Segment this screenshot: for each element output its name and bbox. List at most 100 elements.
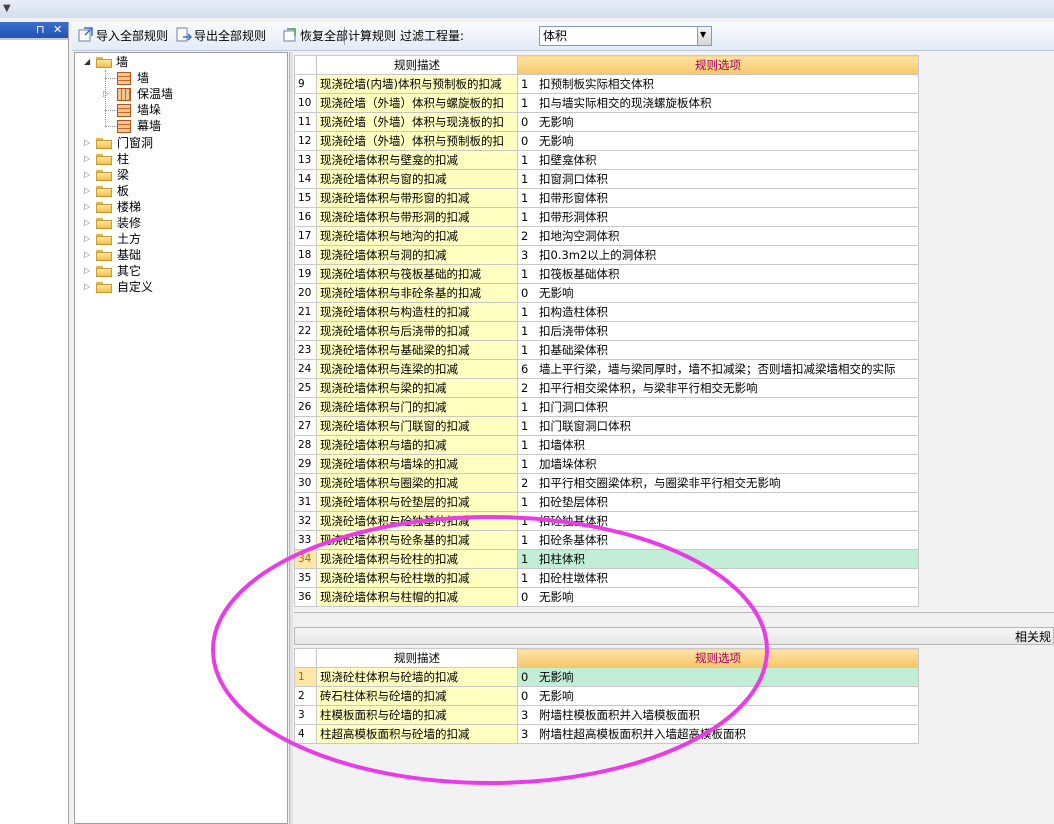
table-row[interactable]: 12 现浇砼墙（外墙）体积与预制板的扣 0 无影响 [294, 131, 919, 151]
expand-toggle-icon[interactable]: ▷ [84, 231, 93, 247]
chevron-down-icon[interactable]: ▼ [697, 27, 711, 45]
rule-description-cell[interactable]: 现浇砼墙体积与墙垛的扣减 [316, 454, 518, 474]
rule-option-cell[interactable]: 0 无影响 [517, 112, 919, 132]
export-all-rules-button[interactable]: 导出全部规则 [194, 28, 266, 44]
rule-description-cell[interactable]: 现浇砼墙体积与筏板基础的扣减 [316, 264, 518, 284]
rule-description-cell[interactable]: 现浇砼墙体积与洞的扣减 [316, 245, 518, 265]
rule-description-cell[interactable]: 现浇砼墙(内墙)体积与预制板的扣减 [316, 74, 518, 94]
rule-option-cell[interactable]: 2 扣平行相交梁体积，与梁非平行相交无影响 [517, 378, 919, 398]
table-row[interactable]: 20 现浇砼墙体积与非砼条基的扣减 0 无影响 [294, 283, 919, 303]
rule-description-cell[interactable]: 现浇砼墙体积与梁的扣减 [316, 378, 518, 398]
rule-option-cell[interactable]: 1 扣墙体积 [517, 435, 919, 455]
rule-description-cell[interactable]: 柱模板面积与砼墙的扣减 [316, 705, 518, 725]
rule-option-cell[interactable]: 2 扣地沟空洞体积 [517, 226, 919, 246]
rule-option-header[interactable]: 规则选项 [517, 55, 919, 75]
tree-splitter[interactable] [289, 52, 293, 824]
expand-toggle-icon[interactable]: ▷ [84, 183, 93, 199]
rule-description-cell[interactable]: 现浇砼柱体积与砼墙的扣减 [316, 667, 518, 687]
rule-description-cell[interactable]: 现浇砼墙体积与壁龛的扣减 [316, 150, 518, 170]
rule-option-cell[interactable]: 1 扣筏板基础体积 [517, 264, 919, 284]
table-row[interactable]: 23 现浇砼墙体积与基础梁的扣减 1 扣基础梁体积 [294, 340, 919, 360]
rule-description-header[interactable]: 规则描述 [316, 55, 518, 75]
table-row[interactable]: 36 现浇砼墙体积与柱帽的扣减 0 无影响 [294, 587, 919, 607]
rule-description-cell[interactable]: 柱超高模板面积与砼墙的扣减 [316, 724, 518, 744]
table-row[interactable]: 34 现浇砼墙体积与砼柱的扣减 1 扣柱体积 [294, 549, 919, 569]
rule-description-cell[interactable]: 现浇砼墙体积与带形洞的扣减 [316, 207, 518, 227]
rule-option-cell[interactable]: 1 扣基础梁体积 [517, 340, 919, 360]
rule-description-cell[interactable]: 现浇砼墙（外墙）体积与预制板的扣 [316, 131, 518, 151]
rule-description-cell[interactable]: 现浇砼墙体积与圈梁的扣减 [316, 473, 518, 493]
import-all-rules-button[interactable]: 导入全部规则 [96, 28, 168, 44]
rule-description-cell[interactable]: 现浇砼墙体积与砼独基的扣减 [316, 511, 518, 531]
expand-toggle-icon[interactable]: ▷ [103, 86, 112, 102]
table-row[interactable]: 2 砖石柱体积与砼墙的扣减 0 无影响 [294, 686, 919, 706]
expand-toggle-icon[interactable]: ▷ [84, 151, 93, 167]
rule-option-header[interactable]: 规则选项 [517, 648, 919, 668]
table-row[interactable]: 25 现浇砼墙体积与梁的扣减 2 扣平行相交梁体积，与梁非平行相交无影响 [294, 378, 919, 398]
rule-option-cell[interactable]: 1 扣门联窗洞口体积 [517, 416, 919, 436]
panel-divider[interactable] [294, 612, 1054, 627]
rule-option-cell[interactable]: 1 扣后浇带体积 [517, 321, 919, 341]
expand-toggle-icon[interactable]: ▷ [84, 135, 93, 151]
table-row[interactable]: 35 现浇砼墙体积与砼柱墩的扣减 1 扣砼柱墩体积 [294, 568, 919, 588]
expand-toggle-icon[interactable]: ◢ [84, 54, 93, 70]
restore-all-rules-button[interactable]: 恢复全部计算规则 [300, 28, 396, 44]
table-row[interactable]: 33 现浇砼墙体积与砼条基的扣减 1 扣砼条基体积 [294, 530, 919, 550]
rule-option-cell[interactable]: 0 无影响 [517, 686, 919, 706]
rule-option-cell[interactable]: 1 扣带形洞体积 [517, 207, 919, 227]
rule-option-cell[interactable]: 0 无影响 [517, 667, 919, 687]
table-row[interactable]: 3 柱模板面积与砼墙的扣减 3 附墙柱模板面积并入墙模板面积 [294, 705, 919, 725]
rule-description-cell[interactable]: 现浇砼墙（外墙）体积与螺旋板的扣 [316, 93, 518, 113]
expand-toggle-icon[interactable]: ▷ [84, 279, 93, 295]
rule-option-cell[interactable]: 1 扣砼柱墩体积 [517, 568, 919, 588]
panel-splitter[interactable] [68, 22, 73, 824]
expand-toggle-icon[interactable]: ▷ [84, 167, 93, 183]
rule-option-cell[interactable]: 6 墙上平行梁，墙与梁同厚时，墙不扣减梁；否则墙扣减梁墙相交的实际 [517, 359, 919, 379]
table-row[interactable]: 31 现浇砼墙体积与砼垫层的扣减 1 扣砼垫层体积 [294, 492, 919, 512]
rule-description-cell[interactable]: 现浇砼墙体积与砼条基的扣减 [316, 530, 518, 550]
rule-option-cell[interactable]: 1 扣柱体积 [517, 549, 919, 569]
rule-description-cell[interactable]: 现浇砼墙体积与柱帽的扣减 [316, 587, 518, 607]
rule-option-cell[interactable]: 1 扣预制板实际相交体积 [517, 74, 919, 94]
rule-description-cell[interactable]: 现浇砼墙体积与砼柱的扣减 [316, 549, 518, 569]
rule-option-cell[interactable]: 3 附墙柱模板面积并入墙模板面积 [517, 705, 919, 725]
rule-option-cell[interactable]: 1 扣壁龛体积 [517, 150, 919, 170]
close-icon[interactable]: ✕ [53, 23, 62, 37]
rule-description-cell[interactable]: 现浇砼墙体积与构造柱的扣减 [316, 302, 518, 322]
rule-option-cell[interactable]: 1 扣带形窗体积 [517, 188, 919, 208]
expand-toggle-icon[interactable]: ▷ [84, 215, 93, 231]
rule-description-cell[interactable]: 现浇砼墙体积与地沟的扣减 [316, 226, 518, 246]
rule-option-cell[interactable]: 1 扣与墙实际相交的现浇螺旋板体积 [517, 93, 919, 113]
rule-description-cell[interactable]: 现浇砼墙体积与后浇带的扣减 [316, 321, 518, 341]
rule-description-cell[interactable]: 现浇砼墙体积与门联窗的扣减 [316, 416, 518, 436]
rule-description-header[interactable]: 规则描述 [316, 648, 518, 668]
table-row[interactable]: 32 现浇砼墙体积与砼独基的扣减 1 扣砼独基体积 [294, 511, 919, 531]
rule-option-cell[interactable]: 1 扣砼垫层体积 [517, 492, 919, 512]
rule-option-cell[interactable]: 3 附墙柱超高模板面积并入墙超高模板面积 [517, 724, 919, 744]
expand-toggle-icon[interactable]: ▷ [84, 263, 93, 279]
rule-description-cell[interactable]: 现浇砼墙体积与砼柱墩的扣减 [316, 568, 518, 588]
rule-option-cell[interactable]: 0 无影响 [517, 283, 919, 303]
rule-option-cell[interactable]: 1 扣砼独基体积 [517, 511, 919, 531]
table-row[interactable]: 13 现浇砼墙体积与壁龛的扣减 1 扣壁龛体积 [294, 150, 919, 170]
table-row[interactable]: 30 现浇砼墙体积与圈梁的扣减 2 扣平行相交圈梁体积，与圈梁非平行相交无影响 [294, 473, 919, 493]
rule-option-cell[interactable]: 1 扣门洞口体积 [517, 397, 919, 417]
dropdown-arrow-icon[interactable]: ▼ [3, 3, 11, 14]
rule-option-cell[interactable]: 0 无影响 [517, 587, 919, 607]
rule-description-cell[interactable]: 砖石柱体积与砼墙的扣减 [316, 686, 518, 706]
table-row[interactable]: 11 现浇砼墙（外墙）体积与现浇板的扣 0 无影响 [294, 112, 919, 132]
table-row[interactable]: 14 现浇砼墙体积与窗的扣减 1 扣窗洞口体积 [294, 169, 919, 189]
rule-option-cell[interactable]: 2 扣平行相交圈梁体积，与圈梁非平行相交无影响 [517, 473, 919, 493]
table-row[interactable]: 24 现浇砼墙体积与连梁的扣减 6 墙上平行梁，墙与梁同厚时，墙不扣减梁；否则墙扣减梁… [294, 359, 919, 379]
rule-description-cell[interactable]: 现浇砼墙体积与墙的扣减 [316, 435, 518, 455]
rule-description-cell[interactable]: 现浇砼墙体积与非砼条基的扣减 [316, 283, 518, 303]
filter-quantity-select[interactable]: 体积 ▼ [539, 26, 712, 46]
rule-description-cell[interactable]: 现浇砼墙体积与带形窗的扣减 [316, 188, 518, 208]
table-row[interactable]: 22 现浇砼墙体积与后浇带的扣减 1 扣后浇带体积 [294, 321, 919, 341]
table-row[interactable]: 26 现浇砼墙体积与门的扣减 1 扣门洞口体积 [294, 397, 919, 417]
rule-description-cell[interactable]: 现浇砼墙体积与连梁的扣减 [316, 359, 518, 379]
rule-option-cell[interactable]: 1 扣砼条基体积 [517, 530, 919, 550]
rule-option-cell[interactable]: 3 扣0.3m2以上的洞体积 [517, 245, 919, 265]
rule-option-cell[interactable]: 0 无影响 [517, 131, 919, 151]
rule-option-cell[interactable]: 1 加墙垛体积 [517, 454, 919, 474]
